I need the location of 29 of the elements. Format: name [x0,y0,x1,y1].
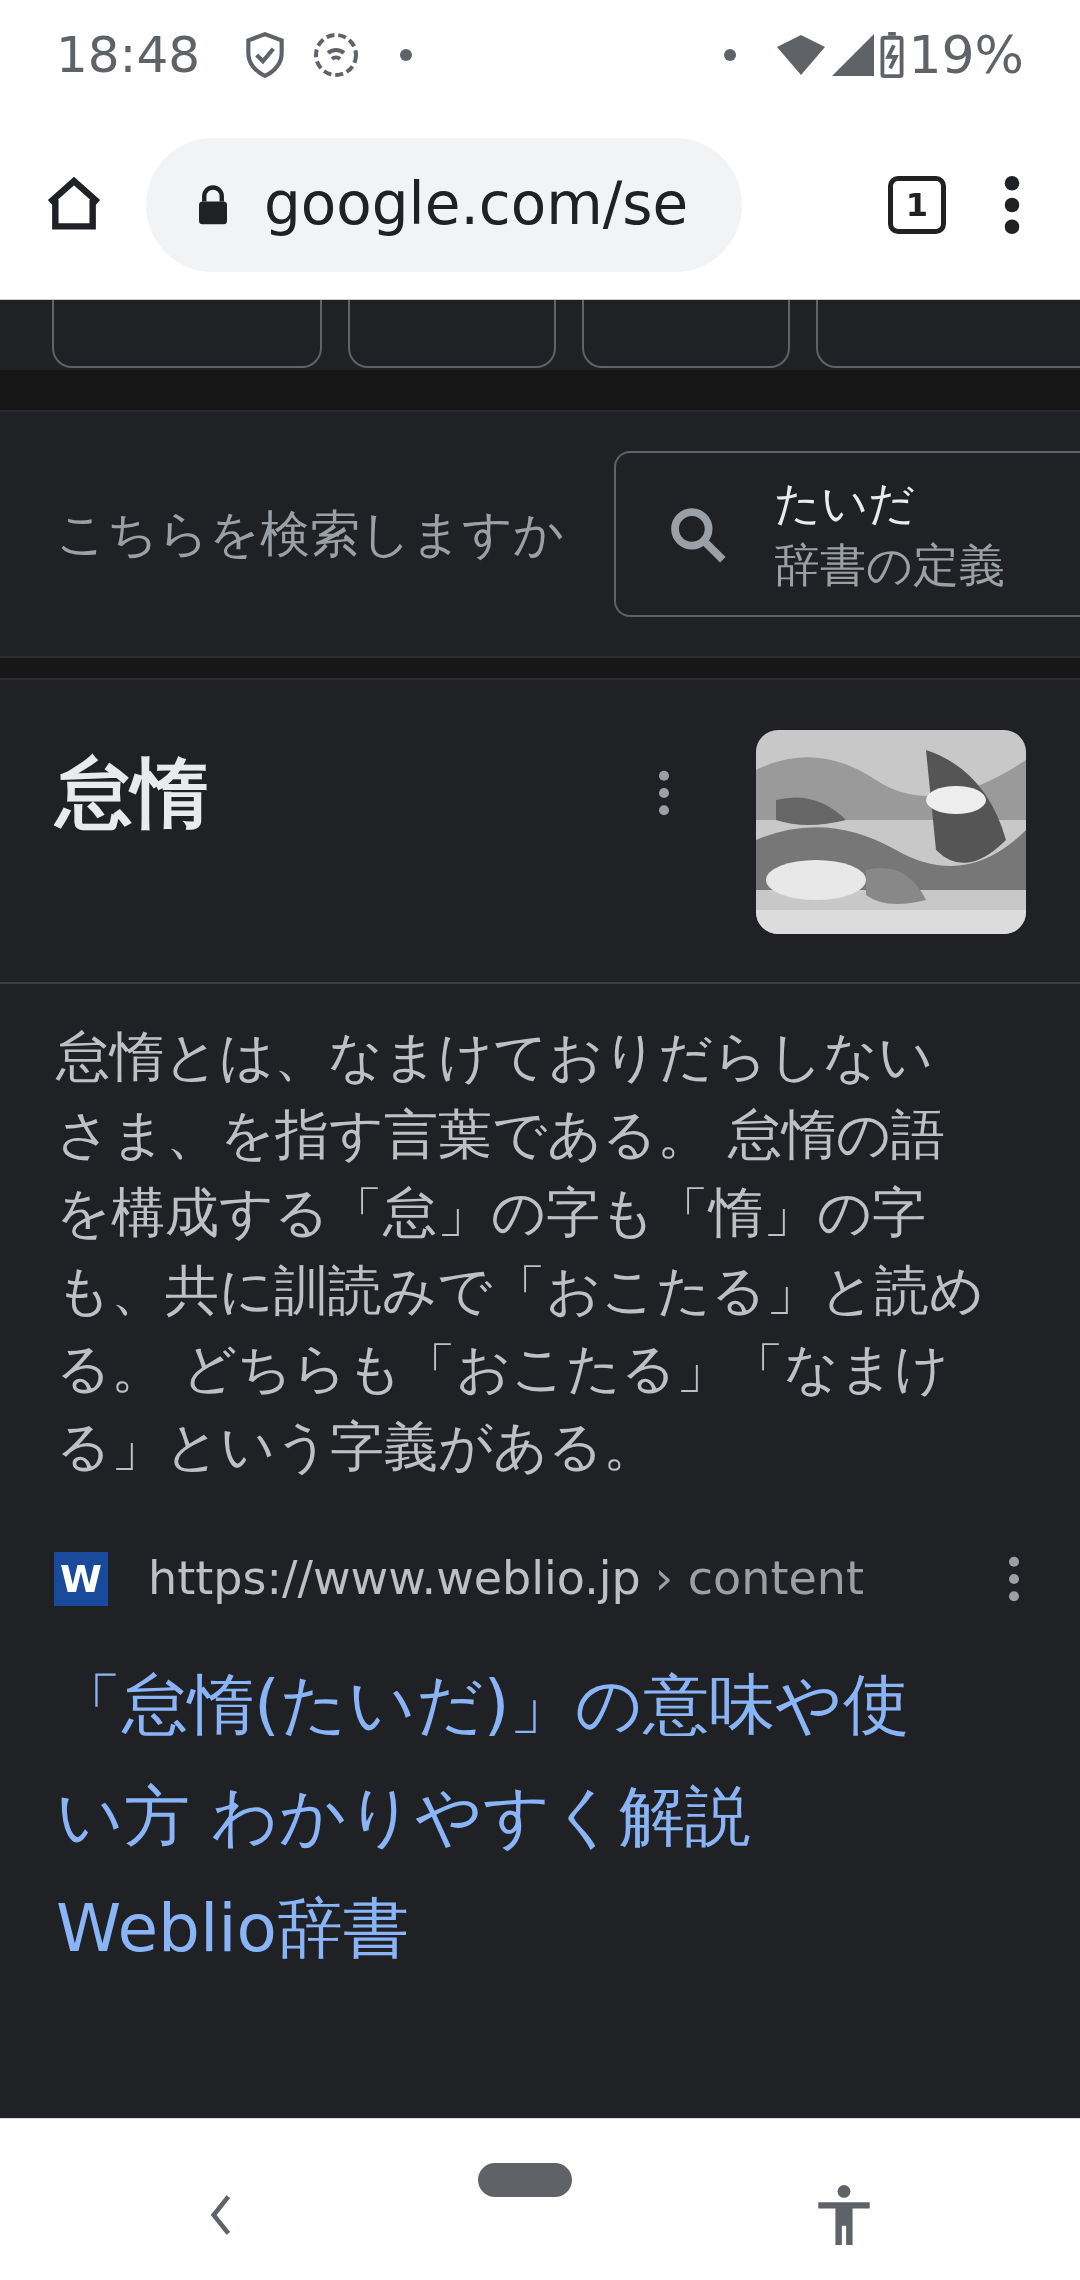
source-url[interactable]: https://www.weblio.jp [148,1544,641,1613]
site-favicon: W [54,1551,108,1606]
filter-chip[interactable] [582,300,790,368]
signal-icon [832,34,875,76]
filter-chip[interactable] [52,300,322,368]
url-text: google.com/se [264,169,689,240]
filter-chip[interactable] [348,300,556,368]
source-path: › content [654,1550,864,1607]
more-icon[interactable] [1004,175,1020,234]
filter-chip[interactable] [816,300,1080,368]
result-link[interactable]: 「怠惰(たいだ)」の意味や使い方 わかりやすく解説 Weblio辞書 [56,1649,976,1985]
accessibility-icon[interactable] [818,2184,870,2245]
result-description: 怠惰とは、なまけておりだらしないさま、を指す言葉である。 怠惰の語を構成する「怠」の字も「惰」の字も、共に訓読みで「おこたる」と読める。 どちらも「おこたる」「なまける」という字義がある。 [55,1024,985,1480]
more-icon[interactable] [658,770,670,816]
battery-percent: 19% [908,24,1024,87]
hotspot-icon [312,31,361,79]
suggestion-chip[interactable]: たいだ 辞書の定義 [614,451,1080,617]
suggestion-subtitle: 辞書の定義 [774,537,1005,594]
tab-count-button[interactable]: 1 [888,175,946,234]
suggestion-query: たいだ [774,475,916,532]
battery-icon [880,32,905,78]
result-title: 怠惰 [56,747,208,839]
home-pill[interactable] [478,2162,572,2197]
suggestion-prompt: こちらを検索しますか [56,503,564,565]
wifi-icon [776,35,827,75]
back-icon[interactable] [210,2192,232,2237]
more-icon[interactable] [1008,1555,1020,1602]
address-bar[interactable]: google.com/se [146,137,742,272]
status-time: 18:48 [56,24,201,86]
